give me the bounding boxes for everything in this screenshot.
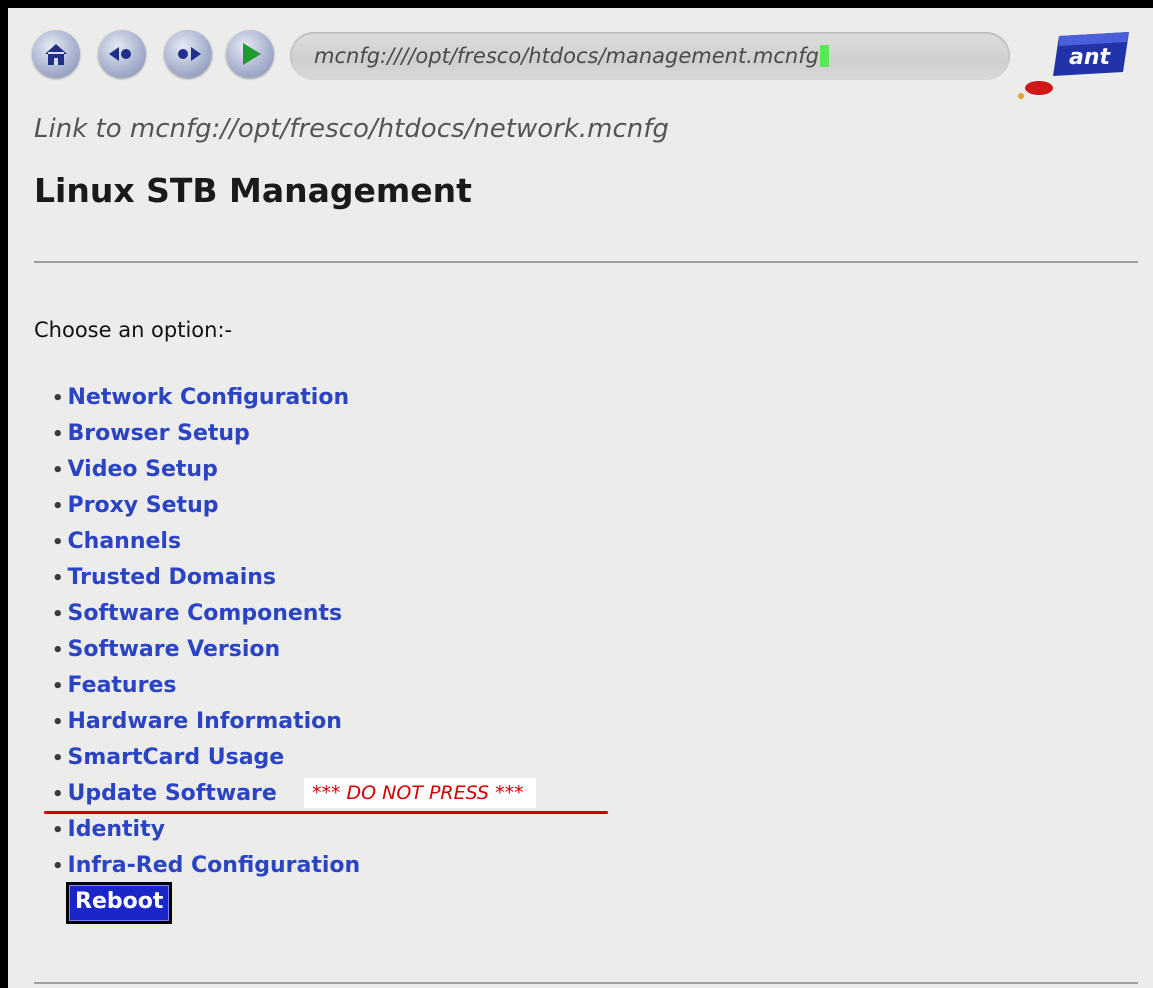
menu-link-network-configuration[interactable]: Network Configuration — [68, 385, 350, 410]
menu-link-smartcard-usage[interactable]: SmartCard Usage — [68, 745, 285, 770]
bottom-divider — [34, 982, 1138, 984]
go-icon — [243, 43, 261, 65]
bullet: • — [52, 460, 64, 481]
menu-link-update-software[interactable]: Update Software — [68, 781, 277, 806]
bullet: • — [52, 388, 64, 409]
menu-link-video-setup[interactable]: Video Setup — [68, 457, 218, 482]
address-bar[interactable]: mcnfg:////opt/fresco/htdocs/management.m… — [290, 32, 1010, 80]
menu-link-software-version[interactable]: Software Version — [68, 637, 281, 662]
menu-link-browser-setup[interactable]: Browser Setup — [68, 421, 250, 446]
home-icon — [45, 44, 67, 65]
menu-link-proxy-setup[interactable]: Proxy Setup — [68, 493, 219, 518]
warning-underline — [44, 811, 608, 814]
menu-link-software-components[interactable]: Software Components — [68, 601, 343, 626]
menu-item[interactable]: • Trusted Domains — [52, 560, 360, 596]
bullet: • — [52, 640, 64, 661]
reboot-button[interactable]: Reboot — [66, 882, 173, 924]
menu-item[interactable]: • Channels — [52, 524, 360, 560]
menu-item[interactable]: • Infra-Red Configuration — [52, 848, 360, 884]
bullet: • — [52, 532, 64, 553]
menu-item[interactable]: • Video Setup — [52, 452, 360, 488]
menu-link-trusted-domains[interactable]: Trusted Domains — [68, 565, 276, 590]
back-button[interactable] — [98, 30, 146, 78]
ant-logo: ant — [1018, 32, 1129, 99]
bullet: • — [52, 568, 64, 589]
menu-item[interactable]: • SmartCard Usage — [52, 740, 360, 776]
bullet: • — [52, 496, 64, 517]
options-menu: • Network Configuration • Browser Setup • V… — [52, 380, 360, 884]
back-icon — [109, 47, 131, 61]
text-cursor — [819, 45, 829, 67]
menu-item[interactable]: • Proxy Setup — [52, 488, 360, 524]
menu-item[interactable]: • Network Configuration — [52, 380, 360, 416]
bullet: • — [52, 712, 64, 733]
home-button[interactable] — [32, 30, 80, 78]
menu-link-channels[interactable]: Channels — [68, 529, 182, 554]
status-link-text: Link to mcnfg://opt/fresco/htdocs/networ… — [34, 114, 669, 144]
bullet: • — [52, 604, 64, 625]
bullet: • — [52, 784, 64, 805]
bullet: • — [52, 424, 64, 445]
bullet: • — [52, 676, 64, 697]
top-divider — [34, 261, 1138, 263]
menu-item[interactable]: • Software Components — [52, 596, 360, 632]
menu-link-identity[interactable]: Identity — [68, 817, 165, 842]
menu-item[interactable]: • Features — [52, 668, 360, 704]
menu-link-hardware-information[interactable]: Hardware Information — [68, 709, 342, 734]
page-title: Linux STB Management — [34, 171, 472, 210]
forward-icon — [178, 47, 201, 61]
bullet: • — [52, 856, 64, 877]
address-text: mcnfg:////opt/fresco/htdocs/management.m… — [314, 44, 829, 68]
menu-item[interactable]: • Browser Setup — [52, 416, 360, 452]
forward-button[interactable] — [164, 30, 212, 78]
menu-link-infra-red-configuration[interactable]: Infra-Red Configuration — [68, 853, 361, 878]
menu-item[interactable]: • Identity — [52, 812, 360, 848]
go-button[interactable] — [226, 30, 274, 78]
do-not-press-warning: *** DO NOT PRESS *** — [304, 778, 536, 808]
bullet: • — [52, 748, 64, 769]
choose-option-prompt: Choose an option:- — [34, 318, 233, 342]
menu-link-features[interactable]: Features — [68, 673, 177, 698]
logo-text: ant — [1069, 45, 1112, 70]
browser-screen: mcnfg:////opt/fresco/htdocs/management.m… — [8, 8, 1153, 988]
menu-item[interactable]: • Software Version — [52, 632, 360, 668]
bullet: • — [52, 820, 64, 841]
menu-item[interactable]: • Hardware Information — [52, 704, 360, 740]
